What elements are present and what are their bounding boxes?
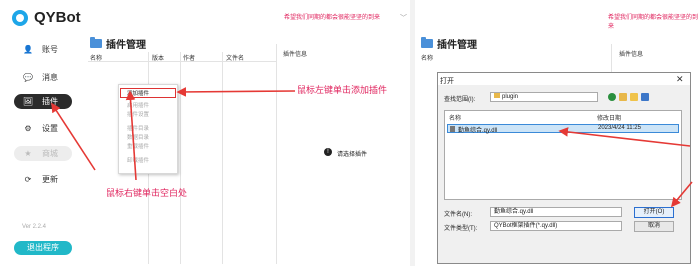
nav-label: 消息	[42, 73, 58, 82]
annotation-right-click: 鼠标右键单击空白处	[106, 188, 188, 198]
chevron-down-icon[interactable]: ﹀	[400, 13, 407, 23]
column-divider	[180, 52, 181, 264]
nav-item-update[interactable]: ⟳ 更新	[14, 172, 72, 187]
folder-icon	[421, 37, 433, 48]
new-folder-icon[interactable]	[630, 93, 638, 101]
cancel-button[interactable]: 取消	[634, 221, 674, 232]
nav-item-settings[interactable]: ⚙ 设置	[14, 121, 72, 136]
open-file-dialog: 打开 ✕ 查找范围(I): plugin 名称 修改日期 勤鱼综合.qy.dll…	[437, 72, 691, 264]
file-col-name[interactable]: 名称	[449, 113, 461, 122]
table-header-line	[88, 61, 276, 62]
refresh-icon: ⟳	[24, 175, 32, 184]
nav-label: 插件	[42, 97, 58, 106]
folder-icon	[90, 37, 102, 48]
panel-divider	[276, 44, 277, 264]
filetype-label: 文件类型(T):	[444, 226, 478, 232]
user-icon: 👤	[23, 45, 33, 54]
dialog-titlebar	[438, 73, 690, 85]
column-divider	[222, 52, 223, 264]
qybot-window-left: QYBot 希望我们同期的都会很能坚坚的到来 ﹀ 👤 账号 💬 消息 🖼 插件 …	[0, 0, 410, 266]
file-name: 勤鱼综合.qy.dll	[458, 128, 498, 134]
annotation-left-click: 鼠标左键单击添加插件	[297, 85, 388, 95]
nav-label: 账号	[42, 45, 58, 54]
plugin-info-header: 插件信息	[619, 52, 644, 58]
menu-item-data-dir[interactable]: 数据目录	[119, 134, 177, 142]
close-icon[interactable]: ✕	[676, 74, 684, 85]
folder-icon	[494, 93, 500, 98]
highlight-box	[120, 88, 176, 98]
panel-divider	[611, 44, 612, 74]
gear-icon: ⚙	[24, 124, 32, 133]
file-list[interactable]: 名称 修改日期 勤鱼综合.qy.dll 2023/4/24 11:25	[444, 110, 682, 200]
file-date: 2023/4/24 11:25	[598, 125, 641, 131]
info-icon: !	[324, 148, 332, 156]
exit-button[interactable]: 退出程序	[14, 241, 72, 255]
nav-label: 商城	[42, 149, 58, 158]
app-brand: QYBot	[34, 9, 81, 26]
plugin-info-header: 插件信息	[283, 52, 308, 58]
nav-label: 设置	[42, 124, 58, 133]
nav-item-messages[interactable]: 💬 消息	[14, 70, 72, 85]
column-header-name[interactable]: 名称	[421, 53, 433, 62]
context-menu: 添加插件 启用插件 插件设置 插件目录 数据目录 重载插件 卸载插件	[118, 84, 178, 174]
qybot-logo	[12, 10, 28, 26]
star-icon: ★	[24, 149, 32, 158]
up-folder-icon[interactable]	[619, 93, 627, 101]
menu-item-enable-plugin[interactable]: 启用插件	[119, 102, 177, 110]
file-col-modified[interactable]: 修改日期	[597, 113, 621, 122]
filetype-select[interactable]: QYBot框架插件(*.qy.dll)	[490, 221, 622, 231]
nav-label: 更新	[42, 175, 58, 184]
filename-input[interactable]: 勤鱼综合.qy.dll	[490, 207, 622, 217]
version-label: Ver 2.2.4	[22, 224, 47, 230]
menu-item-reload-plugin[interactable]: 重载插件	[119, 143, 177, 151]
file-row[interactable]: 勤鱼综合.qy.dll 2023/4/24 11:25	[447, 124, 679, 134]
header-notice: 希望我们同期的都会很能坚坚的到来	[608, 15, 698, 30]
page-title: 插件管理	[437, 40, 477, 51]
dll-file-icon	[450, 126, 455, 132]
select-plugin-prompt: 请选择插件	[337, 152, 368, 158]
page-title: 插件管理	[106, 40, 146, 51]
lookin-value: plugin	[502, 94, 519, 100]
back-icon[interactable]	[608, 93, 616, 101]
lookin-combo[interactable]: plugin	[490, 92, 598, 102]
menu-item-plugin-dir[interactable]: 插件目录	[119, 125, 177, 133]
nav-item-store[interactable]: ★ 商城	[14, 146, 72, 161]
lookin-label: 查找范围(I):	[444, 97, 476, 103]
view-menu-icon[interactable]	[641, 93, 649, 101]
menu-item-unload-plugin[interactable]: 卸载插件	[119, 157, 177, 165]
filename-label: 文件名(N):	[444, 212, 472, 218]
menu-item-plugin-settings[interactable]: 插件设置	[119, 111, 177, 119]
nav-item-plugins[interactable]: 🖼 插件	[14, 94, 72, 109]
chat-icon: 💬	[23, 73, 33, 82]
dialog-title: 打开	[440, 78, 454, 85]
open-button[interactable]: 打开(O)	[634, 207, 674, 218]
nav-item-account[interactable]: 👤 账号	[14, 42, 72, 57]
plugin-icon: 🖼	[22, 97, 34, 106]
header-notice: 希望我们同期的都会很能坚坚的到来	[284, 15, 381, 21]
